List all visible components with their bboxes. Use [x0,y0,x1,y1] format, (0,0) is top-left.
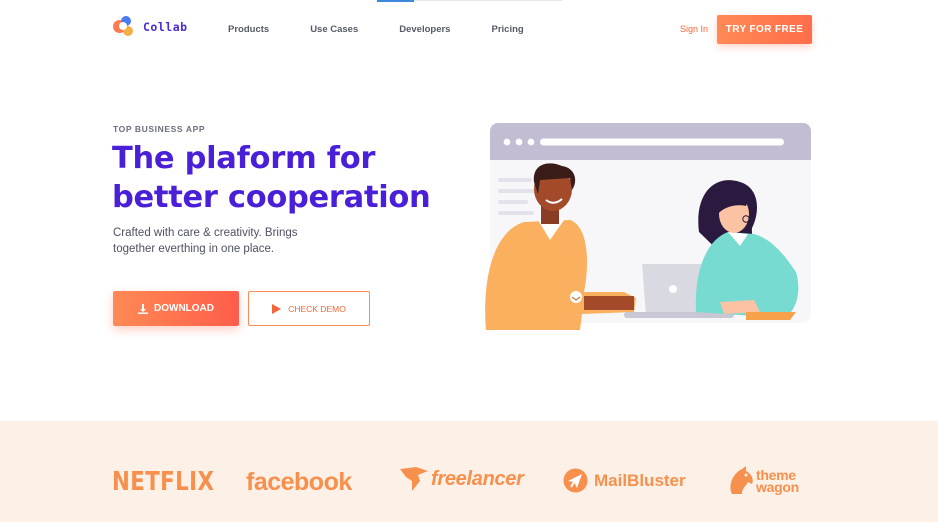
themewagon-line-2: wagon [756,479,799,495]
hero-subtitle: Crafted with care & creativity. Brings t… [113,226,348,257]
nav-pricing[interactable]: Pricing [491,24,523,35]
partner-freelancer[interactable]: freelancer [400,465,524,493]
scroll-indicator [377,0,414,2]
netflix-logo-text: NETFLIX [112,467,215,497]
brand-name: Collab [143,20,188,34]
download-label: DOWNLOAD [154,303,214,314]
partners-strip: NETFLIX facebook freelancer MailBluster … [0,421,938,522]
nav-developers[interactable]: Developers [399,24,450,35]
play-icon [272,303,282,314]
hero-title: The plaform for better cooperation [112,139,452,217]
brand-logo[interactable]: Collab [113,16,188,38]
hero-illustration [485,123,811,330]
mailbluster-logo-text: MailBluster [594,470,686,490]
try-for-free-button[interactable]: TRY FOR FREE [717,15,812,44]
hero-eyebrow: TOP BUSINESS APP [113,124,206,134]
main-nav: Products Use Cases Developers Pricing [228,24,565,35]
hero-title-line-2: better cooperation [112,180,431,215]
top-divider [414,0,562,1]
freelancer-logo-text: freelancer [431,467,524,490]
hero-subtitle-line-2: together everthing in one place. [113,242,275,255]
collab-logo-icon [113,16,137,38]
themewagon-logo-text: theme wagon [756,468,799,495]
themewagon-horse-icon [730,466,753,494]
check-demo-button[interactable]: CHECK DEMO [248,291,370,326]
mailbluster-icon [563,468,588,493]
landing-page: Collab Products Use Cases Developers Pri… [0,0,938,522]
partner-mailbluster[interactable]: MailBluster [563,468,686,493]
hero-subtitle-line-1: Crafted with care & creativity. Brings [113,227,298,239]
sign-in-link[interactable]: Sign In [680,24,708,34]
partner-facebook[interactable]: facebook [246,468,352,497]
download-icon [138,303,148,314]
facebook-logo-text: facebook [246,468,352,496]
nav-products[interactable]: Products [228,24,269,35]
partner-themewagon[interactable]: theme wagon [728,466,799,496]
partner-netflix[interactable]: NETFLIX [112,467,214,497]
check-demo-label: CHECK DEMO [288,303,346,314]
download-button[interactable]: DOWNLOAD [113,291,239,326]
freelancer-bird-icon [400,467,428,491]
hero-title-line-1: The plaform for [112,141,376,176]
nav-use-cases[interactable]: Use Cases [310,24,358,35]
